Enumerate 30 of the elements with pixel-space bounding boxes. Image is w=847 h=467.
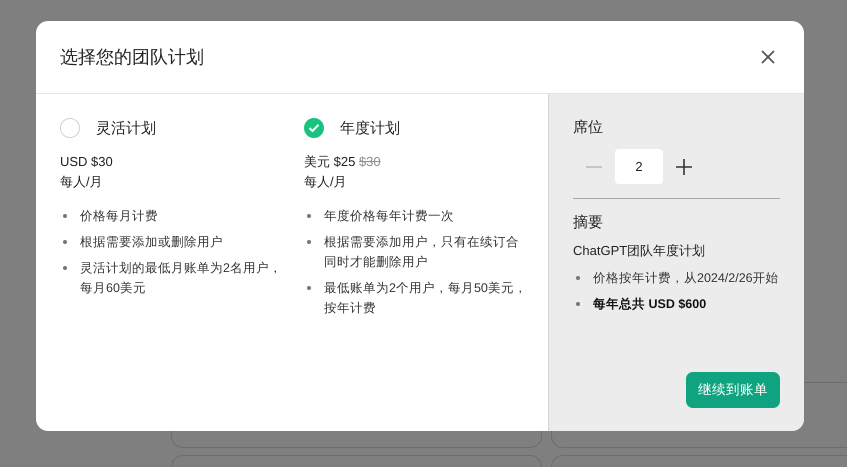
feature-item: 根据需要添加用户，只有在续订合同时才能删除用户 bbox=[324, 234, 520, 271]
summary-item: 价格按年计费，从2024/2/26开始 bbox=[593, 270, 780, 287]
feature-item: 根据需要添加或删除用户 bbox=[80, 234, 224, 251]
radio-button[interactable] bbox=[60, 118, 80, 138]
feature-item: 年度价格每年计费一次 bbox=[324, 208, 455, 225]
price: USD $30 bbox=[60, 153, 114, 171]
dialog-title: 选择您的团队计划 bbox=[60, 46, 204, 69]
bullet-icon bbox=[576, 276, 580, 280]
price-period: 每人/月 bbox=[60, 173, 104, 191]
bullet-icon bbox=[576, 302, 580, 306]
price: 美元 $25 $30 bbox=[304, 153, 382, 171]
seats-label: 席位 bbox=[573, 118, 604, 137]
bullet-icon bbox=[63, 240, 67, 244]
bullet-icon bbox=[63, 266, 67, 270]
feature-item: 灵活计划的最低月账单为2名用户，每月60美元 bbox=[80, 260, 283, 297]
bullet-icon bbox=[307, 286, 311, 290]
plan-option[interactable]: 年度计划 bbox=[304, 118, 528, 138]
bullet-icon bbox=[63, 214, 67, 218]
summary-plan: ChatGPT团队年度计划 bbox=[573, 242, 706, 260]
summary-item: 每年总共 USD $600 bbox=[593, 296, 708, 313]
seat-count-field[interactable]: 2 bbox=[615, 149, 663, 184]
plan-option[interactable]: 灵活计划 bbox=[60, 118, 284, 138]
bullet-icon bbox=[307, 240, 311, 244]
feature-item: 最低账单为2个用户，每月50美元，按年计费 bbox=[324, 280, 528, 317]
radio-button[interactable] bbox=[304, 118, 324, 138]
check-icon bbox=[308, 123, 320, 133]
bullet-icon bbox=[307, 214, 311, 218]
feature-item: 价格每月计费 bbox=[80, 208, 159, 225]
summary-title: 摘要 bbox=[573, 213, 604, 232]
price-period: 每人/月 bbox=[304, 173, 348, 191]
